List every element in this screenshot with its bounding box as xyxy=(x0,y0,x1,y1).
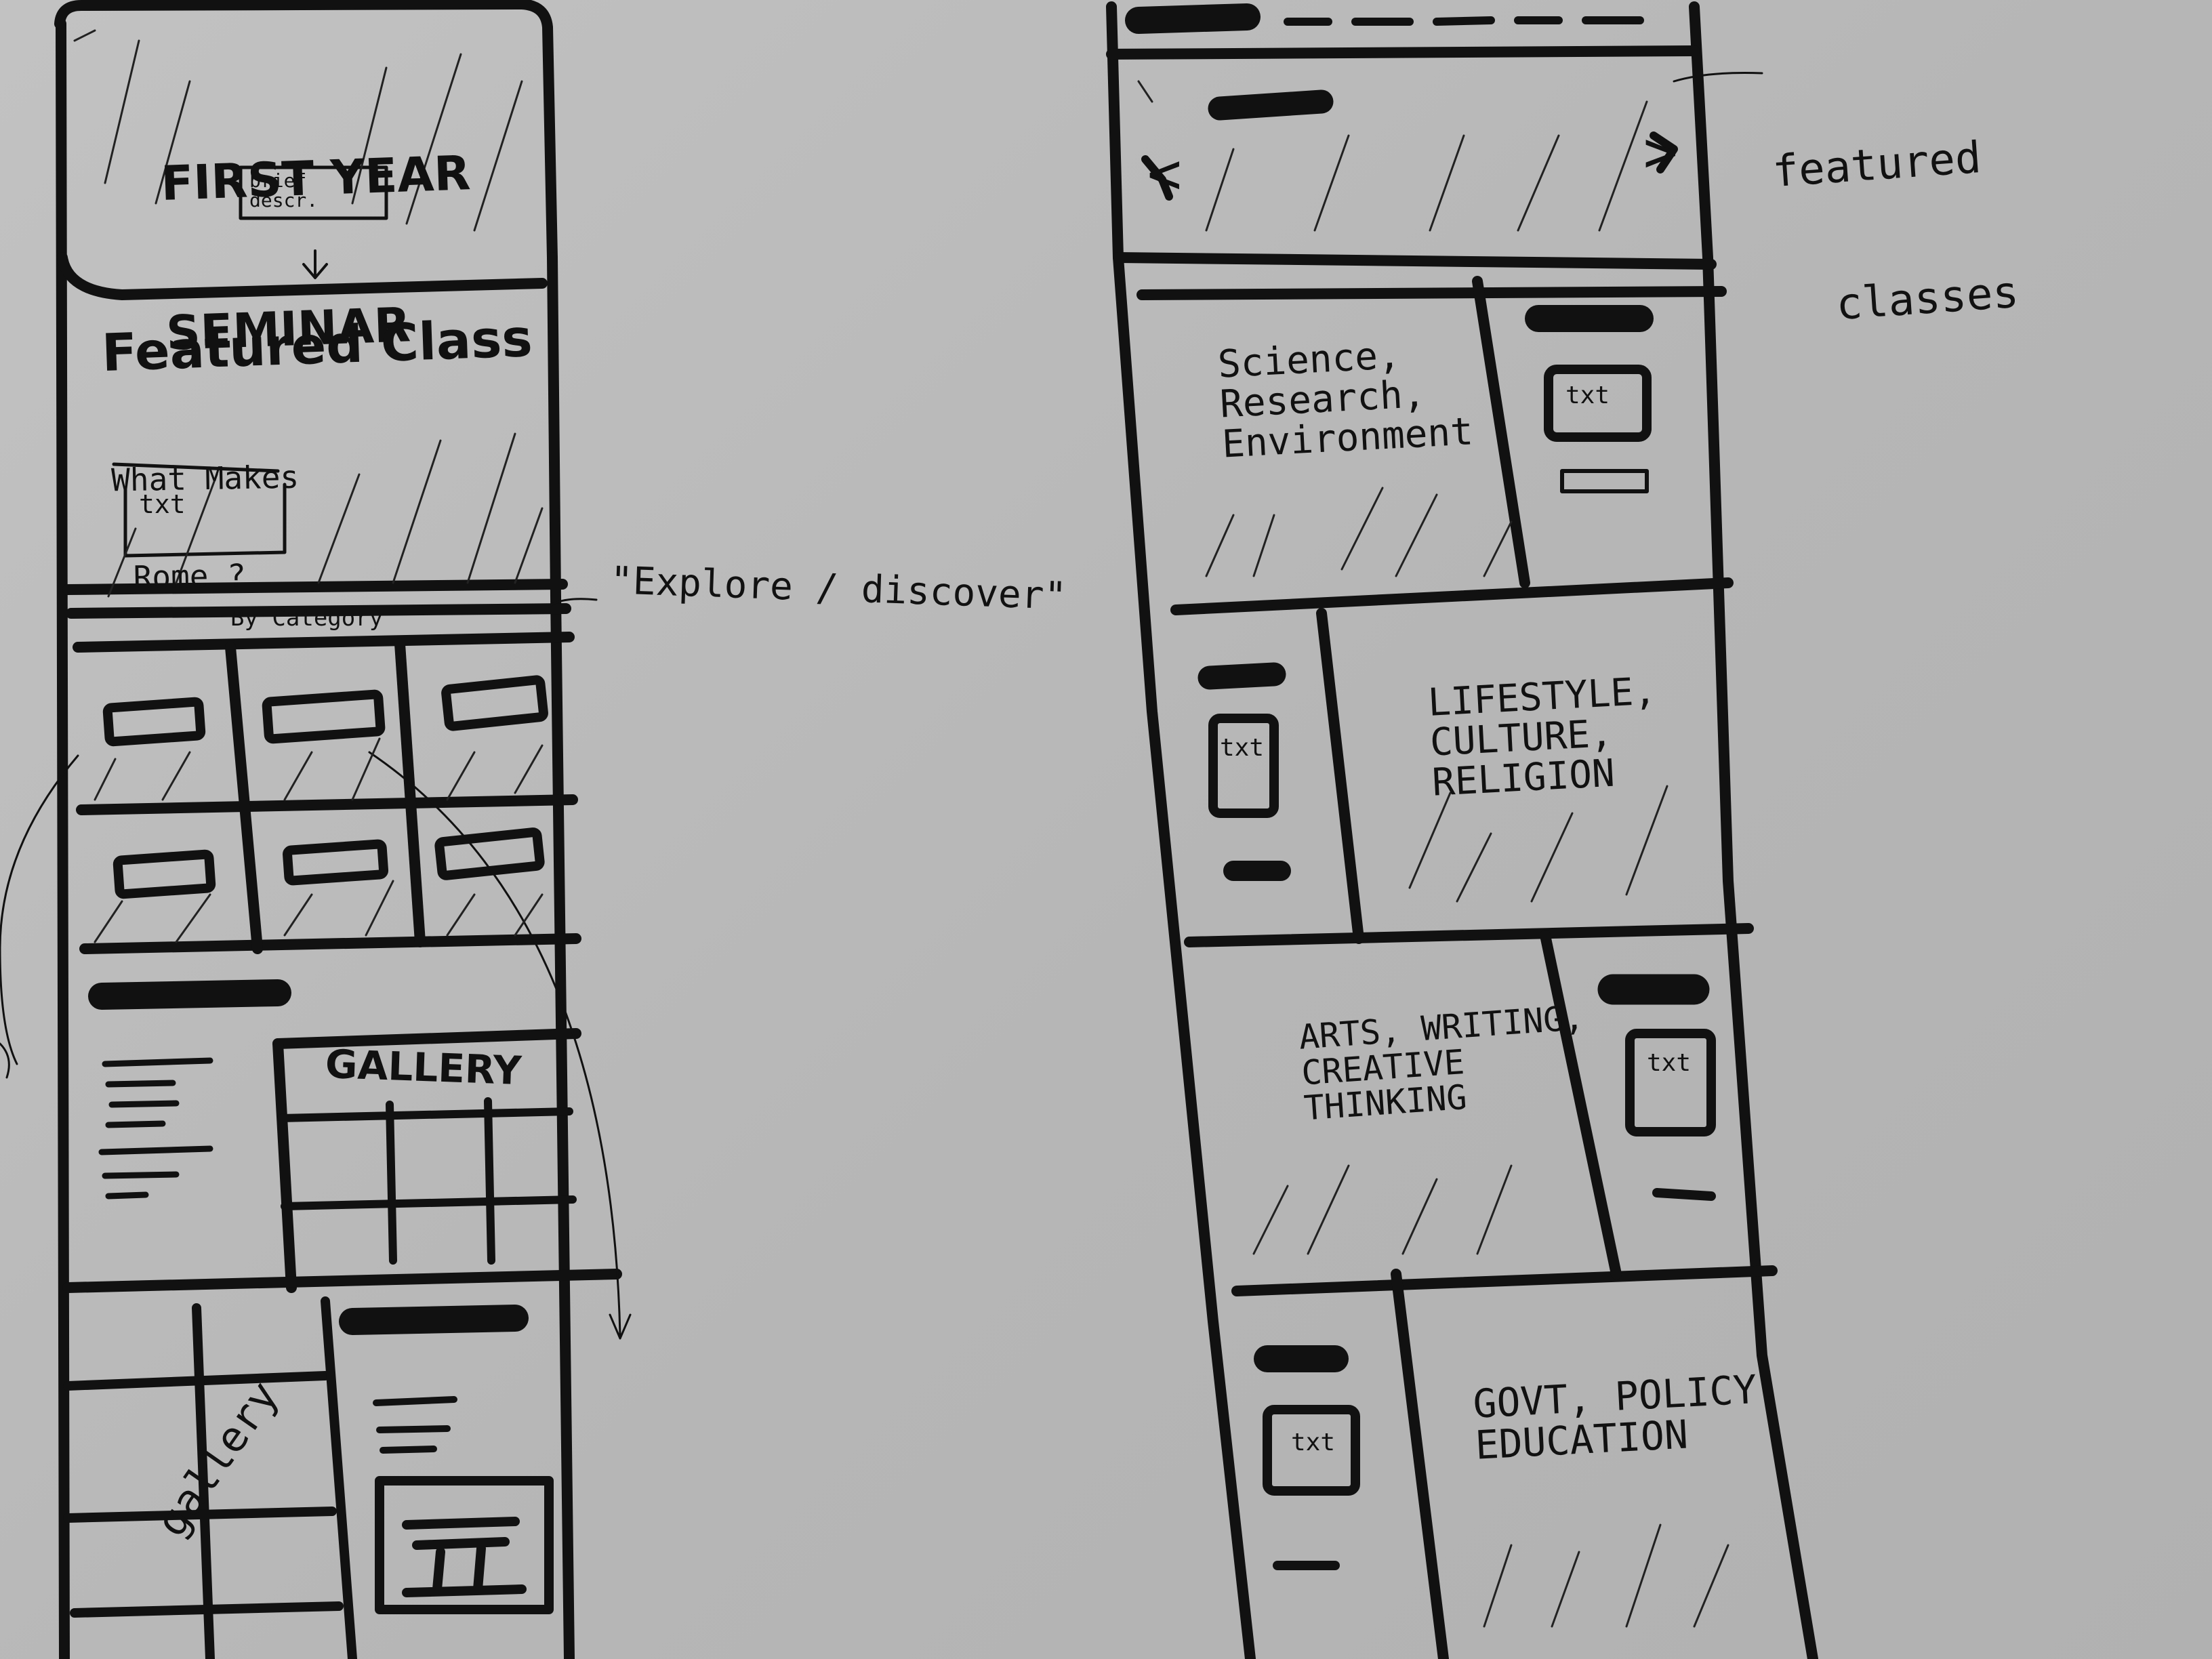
section-science-txt: txt xyxy=(1565,382,1610,409)
featured-classes-note-line1: featured xyxy=(1771,133,1983,198)
carousel-prev[interactable]: < xyxy=(1147,144,1182,203)
featured-question-line2: Rome ? xyxy=(133,557,247,596)
featured-classes-note: featured classes xyxy=(1765,43,2024,377)
by-category-label: By Category xyxy=(230,605,384,632)
section-govt-txt: txt xyxy=(1291,1429,1336,1456)
featured-txt: txt xyxy=(139,489,186,519)
gallery-label-1: GALLERY xyxy=(324,1040,523,1094)
section-govt: GOVT, POLICY, EDUCATION xyxy=(1471,1365,1782,1469)
section-science: Science, Research, Environment xyxy=(1216,333,1475,467)
carousel-next[interactable]: > xyxy=(1643,122,1678,182)
section-lifestyle: LIFESTYLE, CULTURE, RELIGION xyxy=(1427,669,1658,805)
hero-brief-desc: brief descr. xyxy=(249,169,319,212)
section-arts-txt: txt xyxy=(1647,1049,1692,1077)
section-arts: ARTS, WRITING, CREATIVE THINKING xyxy=(1297,998,1586,1128)
featured-classes-note-line2: classes xyxy=(1834,267,2021,331)
featured-class-heading: Featured Class xyxy=(100,307,533,384)
carousel-arrows xyxy=(1141,131,1678,201)
section-lifestyle-txt: txt xyxy=(1220,734,1265,762)
